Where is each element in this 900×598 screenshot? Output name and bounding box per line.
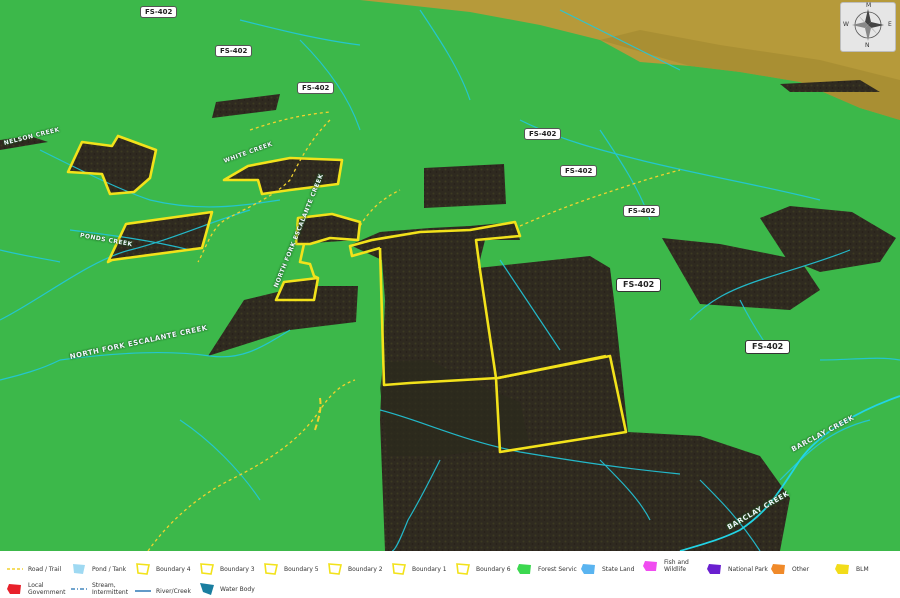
compass-north: N bbox=[865, 42, 870, 49]
road-label-fs402: FS-402 bbox=[297, 82, 335, 94]
legend-item-boundary-2: Boundary 2 bbox=[326, 562, 383, 576]
boundary-icon bbox=[136, 563, 150, 575]
forest-service-polygon-icon bbox=[517, 564, 531, 574]
fish-wildlife-polygon-icon bbox=[643, 561, 657, 571]
road-label-fs402: FS-402 bbox=[623, 205, 661, 217]
legend-item-state-land: State Land bbox=[580, 562, 634, 576]
legend-item-boundary-4: Boundary 4 bbox=[134, 562, 191, 576]
compass-top: M bbox=[866, 2, 872, 9]
legend-item-blm: BLM bbox=[834, 562, 869, 576]
blm-polygon-icon bbox=[835, 564, 849, 574]
map-canvas[interactable] bbox=[0, 0, 900, 551]
legend-item-boundary-1: Boundary 1 bbox=[390, 562, 447, 576]
dashdot-line-icon bbox=[71, 588, 87, 590]
solid-line-icon bbox=[135, 590, 151, 592]
legend-item-river-creek: River/Creek bbox=[134, 584, 191, 598]
legend-item-local-government: Local Government bbox=[6, 582, 68, 596]
legend-item-road-trail: Road / Trail bbox=[6, 562, 61, 576]
legend-item-national-park: National Park bbox=[706, 562, 768, 576]
boundary-icon bbox=[264, 563, 278, 575]
legend-item-fish-wildlife: Fish and Wildlife bbox=[642, 559, 698, 573]
other-polygon-icon bbox=[771, 564, 785, 574]
road-label-fs402: FS-402 bbox=[745, 340, 791, 354]
national-park-polygon-icon bbox=[707, 564, 721, 574]
boundary-icon bbox=[456, 563, 470, 575]
legend-item-boundary-6: Boundary 6 bbox=[454, 562, 511, 576]
state-land-polygon-icon bbox=[581, 564, 595, 574]
legend-item-pond-tank: Pond / Tank bbox=[70, 562, 126, 576]
road-label-fs402: FS-402 bbox=[524, 128, 562, 140]
compass-west: W bbox=[843, 21, 849, 28]
map-view[interactable]: FS-402 FS-402 FS-402 FS-402 FS-402 FS-40… bbox=[0, 0, 900, 551]
compass-rose[interactable]: M W E N bbox=[840, 2, 896, 52]
road-label-fs402: FS-402 bbox=[215, 45, 253, 57]
parcel-center-north bbox=[424, 164, 506, 208]
legend-item-stream-intermittent: Stream, Intermittent bbox=[70, 582, 136, 596]
legend-item-water-body: Water Body bbox=[198, 582, 255, 596]
water-body-polygon-icon bbox=[200, 583, 214, 595]
boundary-icon bbox=[328, 563, 342, 575]
dashed-line-icon bbox=[7, 568, 23, 570]
map-legend: Road / Trail Pond / Tank Boundary 4 Boun… bbox=[0, 551, 900, 598]
road-label-fs402: FS-402 bbox=[140, 6, 178, 18]
legend-item-boundary-3: Boundary 3 bbox=[198, 562, 255, 576]
pond-polygon-icon bbox=[73, 564, 85, 574]
boundary-icon bbox=[200, 563, 214, 575]
boundary-icon bbox=[392, 563, 406, 575]
local-government-polygon-icon bbox=[7, 584, 21, 594]
road-label-fs402: FS-402 bbox=[560, 165, 598, 177]
legend-item-boundary-5: Boundary 5 bbox=[262, 562, 319, 576]
legend-item-other: Other bbox=[770, 562, 809, 576]
compass-east: E bbox=[888, 21, 892, 28]
legend-item-forest-service: Forest Servic bbox=[516, 562, 577, 576]
road-label-fs402: FS-402 bbox=[616, 278, 662, 292]
